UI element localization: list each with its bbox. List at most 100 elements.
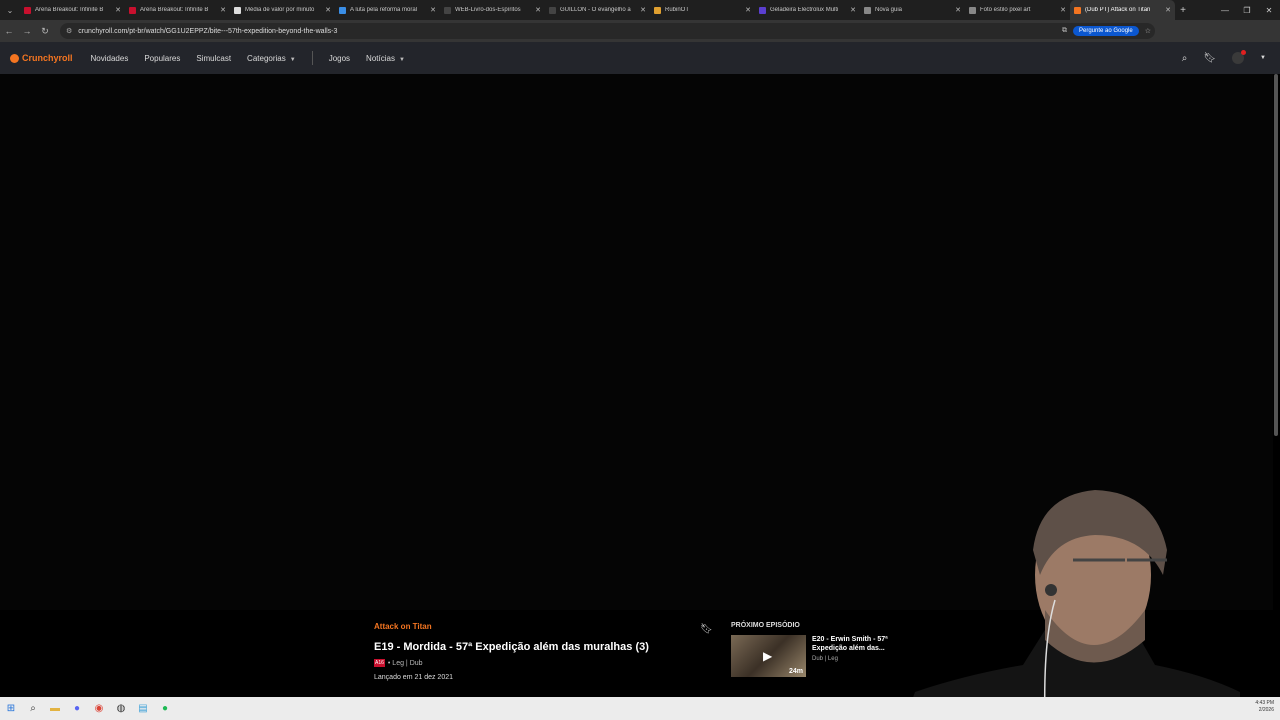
tab-close-icon[interactable]: ✕ bbox=[850, 6, 856, 14]
crunchyroll-logo[interactable]: Crunchyroll bbox=[10, 53, 73, 63]
chevron-down-icon: ▼ bbox=[289, 56, 296, 63]
notepad-icon[interactable]: ▤ bbox=[132, 697, 154, 720]
browser-tabbar: ⌄ Arena Breakout: Infinite B ✕ Arena Break… bbox=[0, 0, 1280, 20]
file-explorer-icon[interactable]: ▬ bbox=[44, 697, 66, 720]
menu-populares[interactable]: Populares bbox=[144, 54, 180, 63]
search-icon[interactable]: ⌕ bbox=[22, 697, 44, 720]
age-rating-badge: A16 bbox=[374, 659, 385, 667]
tab-favicon-icon bbox=[549, 6, 556, 14]
tab-label: A luta pela reforma moral bbox=[350, 7, 418, 13]
obs-icon[interactable]: ◍ bbox=[110, 697, 132, 720]
menu-simulcast[interactable]: Simulcast bbox=[196, 54, 231, 63]
tab-close-icon[interactable]: ✕ bbox=[535, 6, 541, 14]
tab-label: Média de valor por minuto bbox=[245, 7, 315, 13]
site-menu: Novidades Populares Simulcast Categorias… bbox=[91, 51, 421, 65]
webcam-overlay bbox=[905, 490, 1240, 720]
tab-favicon-icon bbox=[969, 6, 976, 14]
user-avatar[interactable] bbox=[1232, 50, 1247, 64]
next-episode-meta: Dub | Leg bbox=[812, 656, 838, 663]
discord-icon[interactable]: ● bbox=[66, 697, 88, 720]
watchlist-icon[interactable]: 🔖︎ bbox=[1203, 53, 1216, 64]
menu-noticias[interactable]: Notícias ▼ bbox=[366, 54, 405, 63]
search-icon[interactable]: ⌕ bbox=[1182, 53, 1188, 64]
minimize-icon[interactable]: — bbox=[1214, 0, 1236, 20]
chevron-down-icon[interactable]: ▼ bbox=[1260, 55, 1266, 61]
new-tab-icon[interactable]: + bbox=[1175, 5, 1191, 16]
forward-icon[interactable]: → bbox=[18, 20, 36, 42]
next-episode-thumbnail[interactable]: ▶ 24m bbox=[731, 635, 806, 677]
browser-tab[interactable]: WEB-Livro-dos-Espíritos ✕ bbox=[440, 0, 545, 20]
next-episode-heading: PRÓXIMO EPISÓDIO bbox=[731, 622, 800, 629]
browser-tab[interactable]: GUILLON - O evangelho a ✕ bbox=[545, 0, 650, 20]
series-link[interactable]: Attack on Titan bbox=[374, 622, 714, 631]
tab-favicon-icon bbox=[339, 6, 346, 14]
next-episode-card[interactable]: ▶ 24m E20 - Erwin Smith - 57ª Expedição … bbox=[731, 635, 911, 677]
start-icon[interactable]: ⊞ bbox=[0, 697, 22, 720]
tab-label: Arena Breakout: Infinite B bbox=[140, 7, 209, 13]
tab-favicon-icon bbox=[24, 6, 31, 14]
menu-categorias-label: Categorias bbox=[247, 53, 286, 63]
logo-text: Crunchyroll bbox=[22, 53, 73, 63]
next-episode-title[interactable]: E20 - Erwin Smith - 57ª Expedição além d… bbox=[812, 635, 902, 653]
spotify-icon[interactable]: ● bbox=[154, 697, 176, 720]
tab-favicon-icon bbox=[654, 6, 661, 14]
menu-noticias-label: Notícias bbox=[366, 53, 395, 63]
tab-favicon-icon bbox=[234, 6, 241, 14]
close-window-icon[interactable]: ✕ bbox=[1258, 0, 1280, 20]
bookmark-star-icon[interactable]: ☆ bbox=[1145, 27, 1151, 35]
browser-tab[interactable]: (Dub PT) Attack on Titan ✕ bbox=[1070, 0, 1175, 20]
menu-novidades[interactable]: Novidades bbox=[91, 54, 129, 63]
tab-search-icon[interactable]: ⌄ bbox=[0, 0, 20, 20]
reload-icon[interactable]: ↻ bbox=[36, 20, 54, 42]
chevron-down-icon: ▼ bbox=[398, 56, 405, 63]
browser-tab[interactable]: Foto estilo pixel art ✕ bbox=[965, 0, 1070, 20]
browser-tab[interactable]: A luta pela reforma moral ✕ bbox=[335, 0, 440, 20]
episode-title: E19 - Mordida - 57ª Expedição além das m… bbox=[374, 641, 649, 653]
episode-info: Attack on Titan E19 - Mordida - 57ª Expe… bbox=[374, 622, 714, 681]
system-clock[interactable]: 4:43 PM 2/2026 bbox=[1255, 700, 1274, 714]
tab-close-icon[interactable]: ✕ bbox=[1165, 6, 1171, 14]
tab-close-icon[interactable]: ✕ bbox=[640, 6, 646, 14]
tab-favicon-icon bbox=[444, 6, 451, 14]
browser-tab[interactable]: RubinOT ✕ bbox=[650, 0, 755, 20]
address-bar-row: ← → ↻ ⚙ crunchyroll.com/pt-br/watch/GG1U… bbox=[0, 20, 1280, 56]
chrome-icon[interactable]: ◉ bbox=[88, 697, 110, 720]
tab-close-icon[interactable]: ✕ bbox=[430, 6, 436, 14]
maximize-icon[interactable]: ❐ bbox=[1236, 0, 1258, 20]
audio-subtitle-tags: • Leg | Dub bbox=[387, 659, 423, 667]
tab-label: RubinOT bbox=[665, 7, 690, 13]
menu-categorias[interactable]: Categorias ▼ bbox=[247, 54, 296, 63]
ask-google-button[interactable]: Pergunte ao Google bbox=[1073, 26, 1139, 36]
tab-list: Arena Breakout: Infinite B ✕ Arena Breakou… bbox=[20, 0, 1175, 20]
back-icon[interactable]: ← bbox=[0, 20, 18, 42]
site-header: Crunchyroll Novidades Populares Simulcas… bbox=[0, 42, 1280, 74]
browser-tab[interactable]: Média de valor por minuto ✕ bbox=[230, 0, 335, 20]
tab-label: Nova guia bbox=[875, 7, 903, 13]
address-bar[interactable]: ⚙ crunchyroll.com/pt-br/watch/GG1U2EPPZ/… bbox=[60, 23, 1155, 39]
bookmark-icon[interactable]: 🔖︎ bbox=[700, 624, 713, 635]
install-app-icon[interactable]: ⧉ bbox=[1062, 27, 1067, 35]
tab-close-icon[interactable]: ✕ bbox=[115, 6, 121, 14]
site-info-icon[interactable]: ⚙ bbox=[66, 27, 72, 35]
browser-tab[interactable]: Geladeira Electrolux Multi ✕ bbox=[755, 0, 860, 20]
browser-tab[interactable]: Nova guia ✕ bbox=[860, 0, 965, 20]
os-taskbar: ⊞ ⌕ ▬ ● ◉ ◍ ▤ ● bbox=[0, 697, 1280, 720]
menu-jogos[interactable]: Jogos bbox=[329, 54, 350, 63]
browser-tab[interactable]: Arena Breakout: Infinite B ✕ bbox=[125, 0, 230, 20]
tab-close-icon[interactable]: ✕ bbox=[1060, 6, 1066, 14]
clock-time: 4:43 PM bbox=[1255, 700, 1274, 706]
browser-tab[interactable]: Arena Breakout: Infinite B ✕ bbox=[20, 0, 125, 20]
page-scrollbar[interactable] bbox=[1274, 74, 1278, 436]
episode-tags: A16 • Leg | Dub bbox=[374, 659, 714, 667]
tab-close-icon[interactable]: ✕ bbox=[745, 6, 751, 14]
release-date: Lançado em 21 dez 2021 bbox=[374, 674, 454, 681]
tab-close-icon[interactable]: ✕ bbox=[955, 6, 961, 14]
tab-close-icon[interactable]: ✕ bbox=[325, 6, 331, 14]
tab-label: Foto estilo pixel art bbox=[980, 7, 1031, 13]
next-episode: PRÓXIMO EPISÓDIO ▶ 24m E20 - Erwin Smith… bbox=[731, 622, 911, 677]
tab-label: (Dub PT) Attack on Titan bbox=[1085, 7, 1151, 13]
tab-favicon-icon bbox=[759, 6, 766, 14]
tab-label: Arena Breakout: Infinite B bbox=[35, 7, 104, 13]
tab-close-icon[interactable]: ✕ bbox=[220, 6, 226, 14]
tab-favicon-icon bbox=[1074, 6, 1081, 14]
